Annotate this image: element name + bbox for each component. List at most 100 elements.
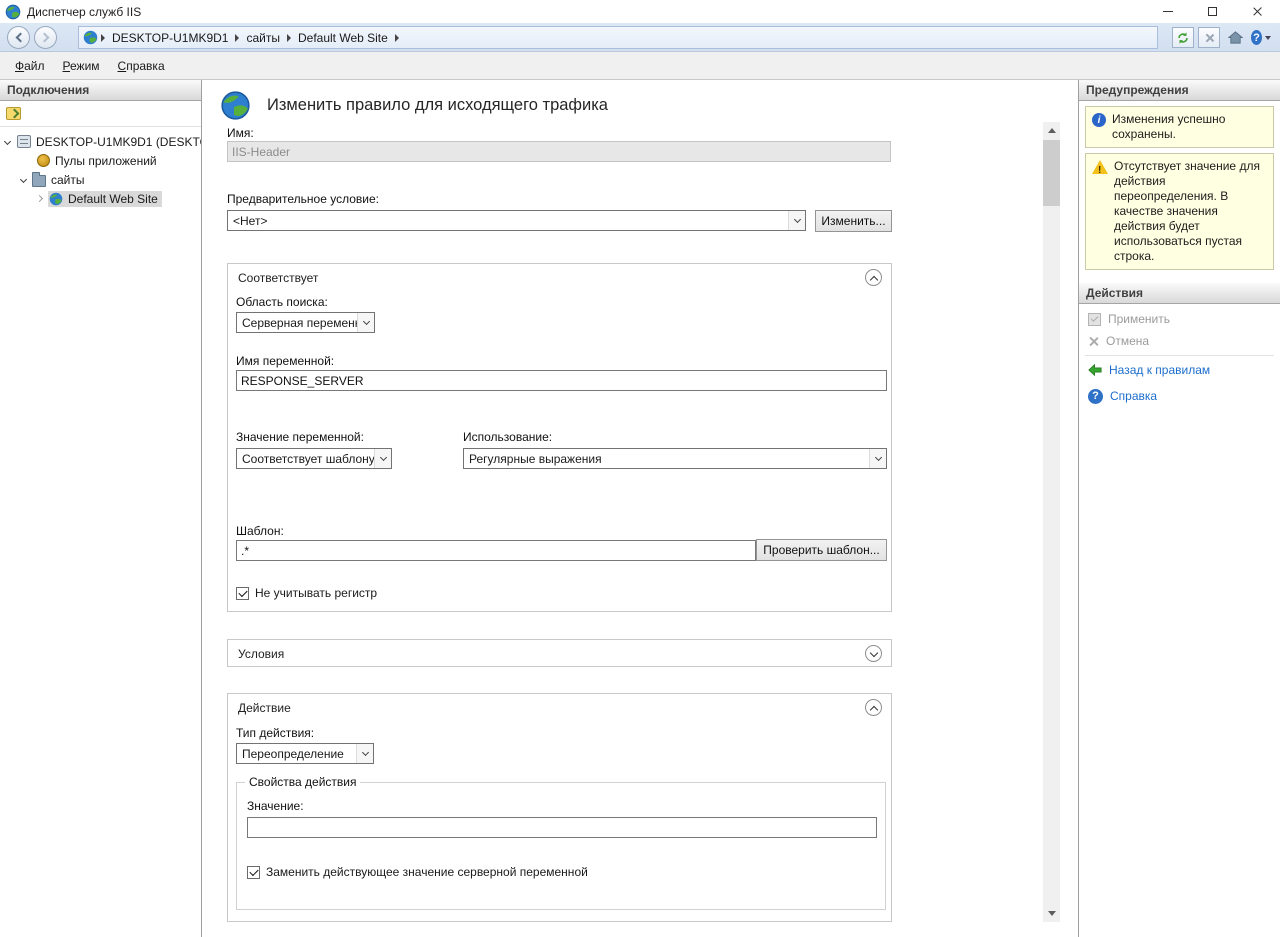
alerts-header: Предупреждения xyxy=(1079,80,1280,101)
tree-item-app-pools[interactable]: Пулы приложений xyxy=(0,151,201,170)
ignore-case-label: Не учитывать регистр xyxy=(255,586,377,600)
match-section: Соответствует Область поиска: Серверная … xyxy=(227,263,892,612)
breadcrumb-item-server[interactable]: DESKTOP-U1MK9D1 xyxy=(108,31,232,45)
scope-select[interactable]: Серверная переменн xyxy=(236,312,375,333)
back-button[interactable] xyxy=(7,26,30,49)
info-icon: i xyxy=(1092,113,1106,127)
action-properties-group: Свойства действия Значение: Заменить дей… xyxy=(236,782,886,910)
actions-separator xyxy=(1085,355,1274,356)
cancel-icon xyxy=(1088,336,1099,347)
main-content: Изменить правило для исходящего трафика … xyxy=(203,80,1077,937)
forward-icon xyxy=(39,33,49,43)
tree-item-sites[interactable]: сайты xyxy=(0,170,201,189)
variable-name-label: Имя переменной: xyxy=(236,354,334,368)
help-icon: ? xyxy=(1251,30,1262,45)
test-pattern-button[interactable]: Проверить шаблон... xyxy=(756,539,887,561)
action-properties-legend: Свойства действия xyxy=(245,775,360,789)
refresh-icon xyxy=(1176,31,1190,45)
forward-button[interactable] xyxy=(34,26,57,49)
help-menu-button[interactable]: ? xyxy=(1250,27,1272,48)
maximize-icon xyxy=(1208,7,1217,16)
variable-value-label: Значение переменной: xyxy=(236,430,364,444)
expander-open-icon[interactable] xyxy=(20,176,27,183)
variable-value-select[interactable]: Соответствует шаблону xyxy=(236,448,392,469)
title-bar: Диспетчер служб IIS xyxy=(0,0,1280,23)
help-icon: ? xyxy=(1088,389,1103,404)
scroll-up-button[interactable] xyxy=(1043,122,1060,139)
collapse-section-button[interactable] xyxy=(865,699,882,716)
menu-help[interactable]: Справка xyxy=(109,54,174,78)
variable-value-value: Соответствует шаблону xyxy=(237,449,374,468)
ignore-case-checkbox[interactable] xyxy=(236,587,249,600)
edit-precondition-button[interactable]: Изменить... xyxy=(815,210,892,232)
tree-item-default-web-site[interactable]: Default Web Site xyxy=(0,189,201,208)
breadcrumb-separator-icon xyxy=(101,34,105,42)
expand-section-button[interactable] xyxy=(865,645,882,662)
replace-value-checkbox[interactable] xyxy=(247,866,260,879)
close-button[interactable] xyxy=(1235,0,1280,23)
page-globe-icon xyxy=(220,90,251,121)
home-icon xyxy=(1228,30,1243,45)
app-icon xyxy=(5,4,21,20)
connections-toolbar xyxy=(0,101,201,127)
actions-header: Действия xyxy=(1079,283,1280,304)
action-section-title: Действие xyxy=(238,701,291,715)
minimize-icon xyxy=(1163,11,1173,12)
scrollbar[interactable] xyxy=(1043,122,1060,922)
breadcrumb-separator-icon xyxy=(395,34,399,42)
conditions-section-title: Условия xyxy=(238,647,284,661)
precondition-label: Предварительное условие: xyxy=(227,192,379,206)
menu-file[interactable]: Файл xyxy=(6,54,54,78)
variable-name-input[interactable] xyxy=(236,370,887,391)
pattern-input[interactable] xyxy=(236,540,756,561)
menu-view[interactable]: Режим xyxy=(54,54,109,78)
name-label: Имя: xyxy=(227,126,254,140)
home-button[interactable] xyxy=(1224,27,1246,48)
using-select[interactable]: Регулярные выражения xyxy=(463,448,887,469)
replace-value-row: Заменить действующее значение серверной … xyxy=(247,865,588,879)
back-arrow-icon xyxy=(1088,363,1102,377)
breadcrumb-item-site[interactable]: Default Web Site xyxy=(294,31,392,45)
expander-open-icon[interactable] xyxy=(4,138,11,145)
collapse-section-button[interactable] xyxy=(865,269,882,286)
actions-panel: Предупреждения i Изменения успешно сохра… xyxy=(1078,80,1280,937)
save-connection-icon[interactable] xyxy=(6,107,21,120)
precondition-select[interactable]: <Нет> xyxy=(227,210,806,231)
alert-text: Отсутствует значение для действия переоп… xyxy=(1114,159,1267,264)
breadcrumb-item-sites[interactable]: сайты xyxy=(242,31,284,45)
replace-value-label: Заменить действующее значение серверной … xyxy=(266,865,588,879)
apply-label: Применить xyxy=(1108,312,1170,326)
chevron-down-icon xyxy=(1265,36,1271,40)
precondition-value: <Нет> xyxy=(228,211,788,230)
cancel-label: Отмена xyxy=(1106,334,1149,348)
name-input xyxy=(227,141,891,162)
help-link[interactable]: ? Справка xyxy=(1079,385,1280,407)
page-title: Изменить правило для исходящего трафика xyxy=(267,96,608,115)
back-to-rules-link[interactable]: Назад к правилам xyxy=(1079,359,1280,381)
alert-text: Изменения успешно сохранены. xyxy=(1112,112,1267,142)
pattern-label: Шаблон: xyxy=(236,524,284,538)
warning-icon: ! xyxy=(1092,160,1108,174)
scroll-down-button[interactable] xyxy=(1043,905,1060,922)
action-type-value: Переопределение xyxy=(237,744,356,763)
window-title: Диспетчер служб IIS xyxy=(27,5,141,19)
alert-warning: ! Отсутствует значение для действия пере… xyxy=(1085,153,1274,270)
tree-item-server[interactable]: DESKTOP-U1MK9D1 (DESKTOI xyxy=(0,132,201,151)
action-type-select[interactable]: Переопределение xyxy=(236,743,374,764)
chevron-down-icon xyxy=(374,449,391,468)
minimize-button[interactable] xyxy=(1145,0,1190,23)
scroll-down-icon xyxy=(1048,911,1056,916)
sites-folder-icon xyxy=(32,175,46,187)
scroll-up-icon xyxy=(1048,128,1056,133)
ignore-case-row: Не учитывать регистр xyxy=(236,586,377,600)
chevron-down-icon xyxy=(869,449,886,468)
action-section: Действие Тип действия: Переопределение С… xyxy=(227,693,892,922)
refresh-button[interactable] xyxy=(1172,27,1194,48)
action-value-input[interactable] xyxy=(247,817,877,838)
expander-closed-icon[interactable] xyxy=(36,195,43,202)
help-label: Справка xyxy=(1110,389,1157,403)
stop-button[interactable] xyxy=(1198,27,1220,48)
connections-header: Подключения xyxy=(0,80,201,101)
scrollbar-thumb[interactable] xyxy=(1043,140,1060,206)
maximize-button[interactable] xyxy=(1190,0,1235,23)
